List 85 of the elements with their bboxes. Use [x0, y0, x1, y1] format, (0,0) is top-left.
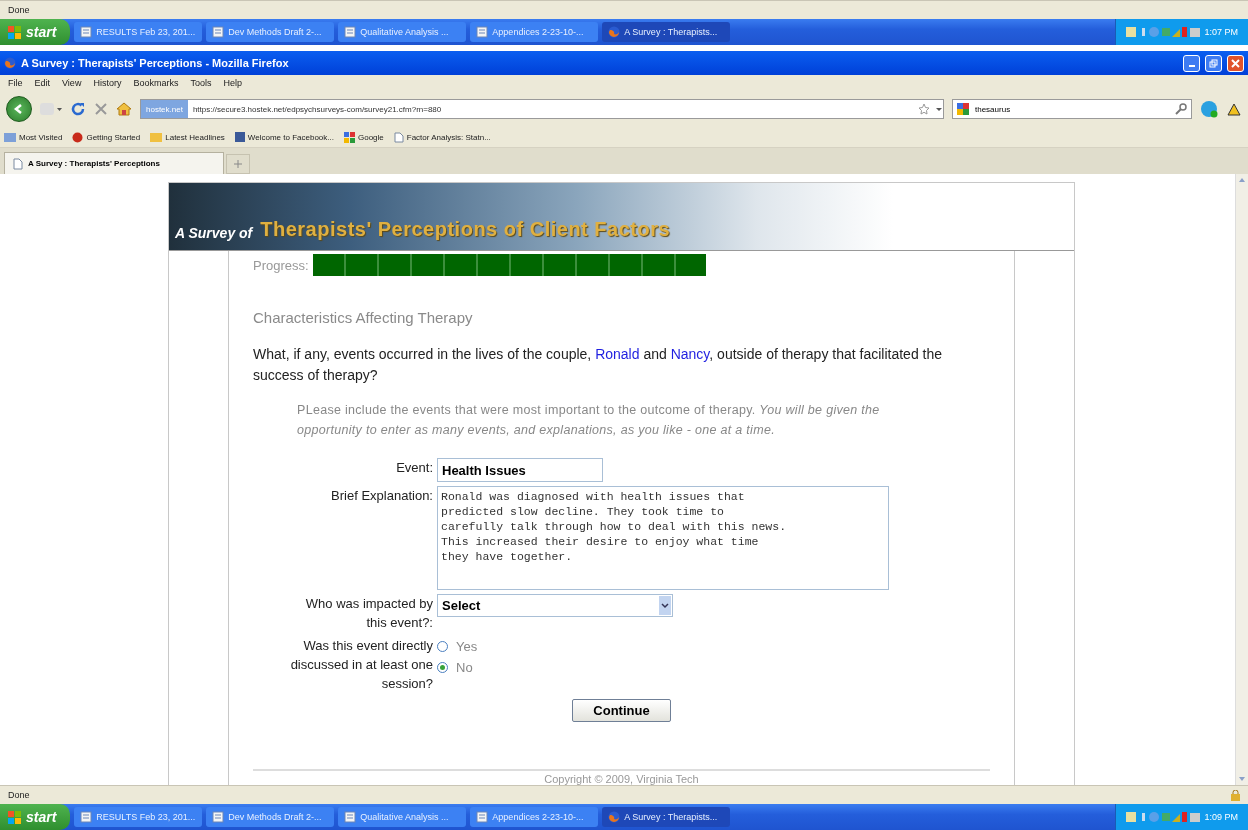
back-button[interactable] — [6, 96, 32, 122]
question-text: What, if any, events occurred in the lives of the couple, Ronald and Nancy, outside of therapy that facilitated the success of therapy? — [253, 345, 943, 385]
bookmark-item[interactable]: Welcome to Facebook... — [234, 132, 334, 142]
taskbar-item[interactable]: RESULTS Feb 23, 201... — [74, 22, 203, 42]
name-link[interactable]: Ronald — [595, 346, 640, 362]
taskbar-item[interactable]: Qualitative Analysis ... — [338, 807, 467, 827]
forward-button-icon[interactable] — [40, 102, 62, 116]
radio-button[interactable] — [437, 662, 448, 673]
plus-icon — [234, 160, 242, 168]
taskbar-item[interactable]: A Survey : Therapists... — [602, 807, 731, 827]
minimize-icon — [1188, 64, 1195, 67]
menu-item[interactable]: Edit — [34, 78, 51, 88]
banner-prefix: A Survey of — [175, 225, 253, 241]
menu-item[interactable]: View — [62, 78, 82, 88]
close-button[interactable] — [1227, 54, 1244, 72]
scroll-up-icon[interactable] — [1238, 177, 1246, 183]
menu-item[interactable]: History — [93, 78, 122, 88]
taskbar-item[interactable]: Qualitative Analysis ... — [338, 22, 467, 42]
reload-icon[interactable] — [70, 101, 86, 117]
document-icon — [80, 26, 93, 38]
field-label: Was this event directly discussed in at least one session? — [289, 637, 433, 693]
document-icon — [212, 26, 225, 38]
banner-title: Therapists' Perceptions of Client Factors — [260, 218, 671, 241]
star-icon[interactable] — [918, 103, 930, 115]
search-engine-icon[interactable] — [957, 103, 969, 115]
menu-item[interactable]: Help — [223, 78, 242, 88]
browser-tab[interactable]: A Survey : Therapists' Perceptions — [4, 152, 224, 174]
radio-label[interactable]: No — [456, 660, 473, 675]
status-text: Done — [8, 5, 31, 15]
document-icon — [476, 811, 489, 823]
folder-icon — [4, 132, 16, 142]
lock-icon — [1231, 789, 1240, 801]
scrollbar[interactable] — [1235, 174, 1248, 785]
menu-item[interactable]: File — [8, 78, 23, 88]
window-title: A Survey : Therapists' Perceptions - Mozilla Firefox — [21, 57, 289, 69]
page-icon — [13, 157, 23, 170]
windows-logo-icon — [8, 810, 21, 824]
windows-logo-icon — [8, 25, 21, 39]
document-icon — [344, 26, 357, 38]
browser-icon — [608, 26, 621, 38]
impacted-dropdown[interactable]: Select — [437, 594, 673, 617]
continue-button[interactable]: Continue — [572, 699, 671, 722]
restore-icon — [1209, 58, 1218, 68]
close-icon — [1231, 58, 1240, 68]
caret-icon — [661, 602, 669, 609]
document-icon — [212, 811, 225, 823]
section-heading: Characteristics Affecting Therapy — [253, 309, 474, 326]
document-icon — [80, 811, 93, 823]
bookmark-item[interactable]: Google — [343, 131, 384, 143]
browser-icon — [608, 811, 621, 823]
taskbar-item[interactable]: RESULTS Feb 23, 201... — [74, 807, 203, 827]
minimize-button[interactable] — [1183, 54, 1200, 72]
field-label: Who was impacted by this event?: — [304, 595, 433, 632]
bookmark-item[interactable]: Factor Analysis: Statn... — [393, 131, 491, 143]
restore-button[interactable] — [1205, 54, 1222, 72]
bookmark-item[interactable]: Getting Started — [72, 131, 141, 143]
status-text: Done — [8, 790, 31, 800]
document-icon — [344, 811, 357, 823]
menu-item[interactable]: Bookmarks — [133, 78, 179, 88]
taskbar-item[interactable]: A Survey : Therapists... — [602, 22, 731, 42]
address-bar[interactable]: hostek.net https://secure3.hostek.net/edpsychsurveys-com/survey21.cfm?rn=880 — [140, 99, 944, 119]
page-icon — [393, 131, 404, 143]
home-icon[interactable] — [116, 101, 132, 117]
field-label: Brief Explanation: — [330, 487, 433, 505]
search-icon[interactable] — [1175, 103, 1187, 115]
field-label: Event: — [395, 459, 433, 477]
bookmark-item[interactable]: Most Visited — [4, 132, 63, 142]
stop-icon[interactable] — [94, 102, 108, 116]
document-icon — [476, 26, 489, 38]
event-field[interactable]: Health Issues — [437, 458, 603, 482]
bookmark-item[interactable]: Latest Headlines — [150, 132, 225, 142]
menu-item[interactable]: Tools — [190, 78, 212, 88]
radio-button[interactable] — [437, 641, 448, 652]
explanation-field[interactable]: Ronald was diagnosed with health issues that predicted slow decline. They took time to carefully talk through how to deal with this news. This increased their desire to enjoy what time they have together. — [437, 486, 889, 590]
progress-label: Progress: — [253, 257, 309, 273]
scroll-down-icon[interactable] — [1238, 776, 1246, 782]
browser-icon — [4, 57, 16, 69]
radio-label[interactable]: Yes — [456, 639, 478, 654]
search-field[interactable]: thesaurus — [952, 99, 1192, 119]
folder-icon — [150, 132, 163, 142]
copyright-text: Copyright © 2009, Virginia Tech — [544, 773, 699, 785]
clock: 1:07 PM — [1204, 27, 1238, 37]
dropdown-caret-icon[interactable] — [935, 105, 943, 113]
instructions-text: PLease include the events that were most important to the outcome of therapy. You will be given the opportunity to enter as many events, and explanations, as you like - one at a time. — [297, 402, 881, 439]
clock: 1:09 PM — [1204, 812, 1238, 822]
